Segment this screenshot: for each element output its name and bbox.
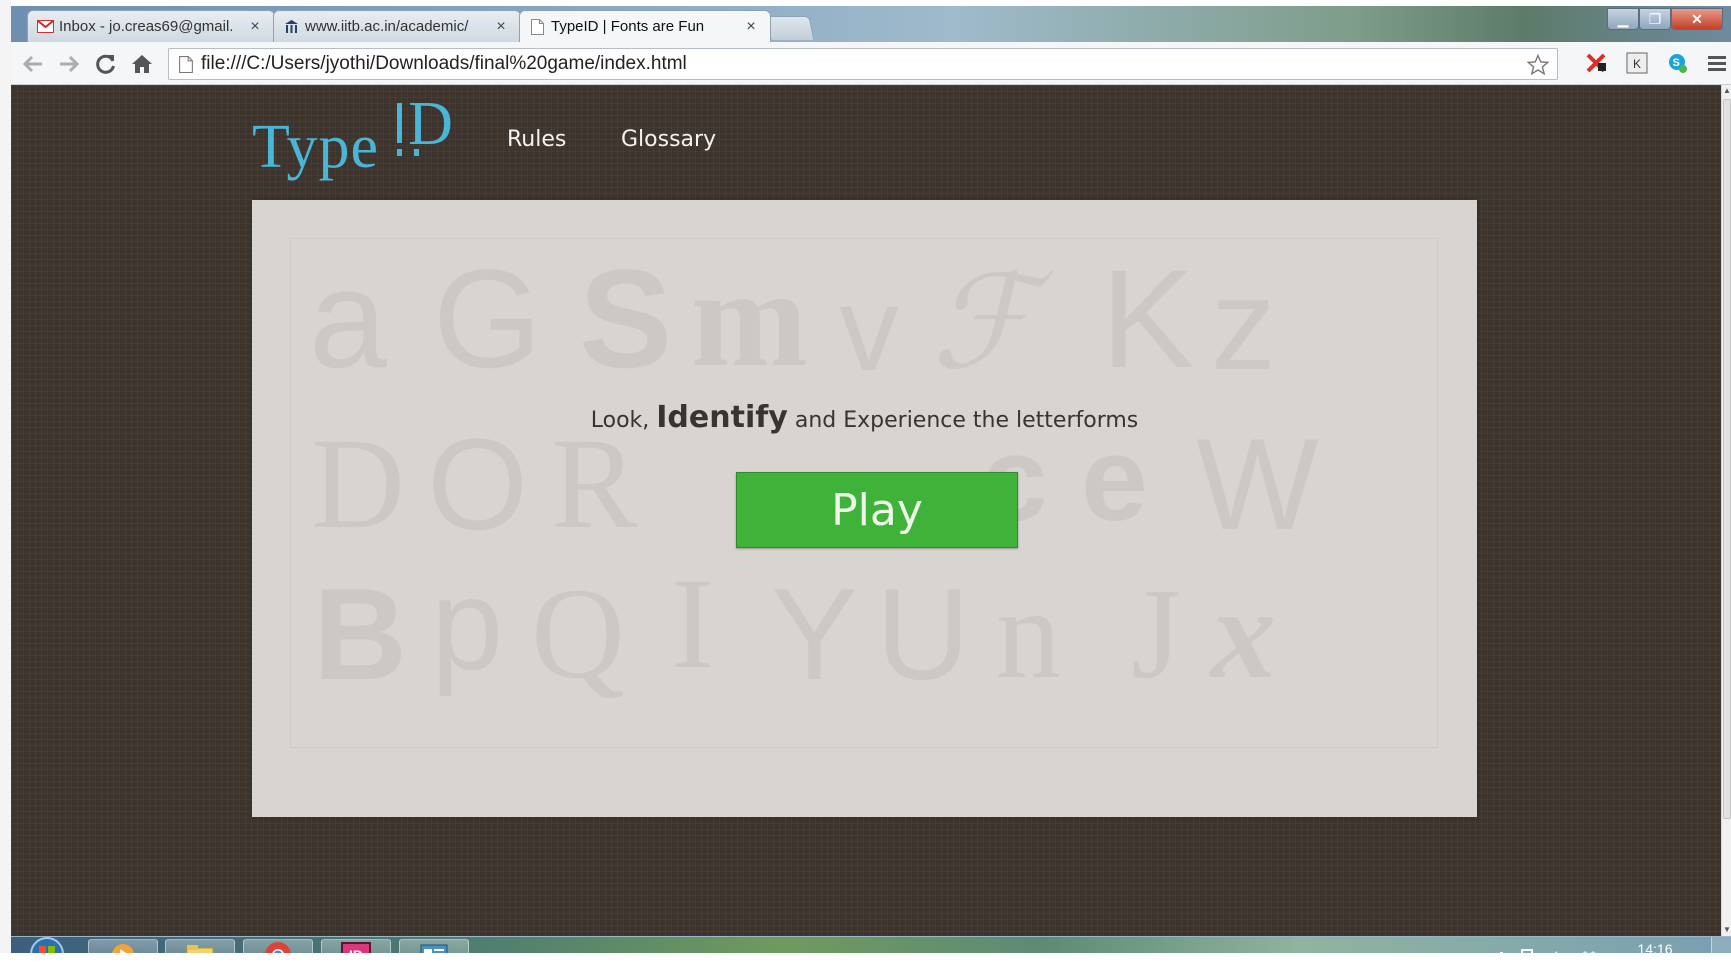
background-letter: B bbox=[313, 561, 407, 707]
background-letter: U bbox=[876, 561, 970, 707]
k-extension-icon[interactable]: K bbox=[1625, 51, 1649, 75]
background-letter: Y bbox=[771, 561, 858, 707]
reload-icon bbox=[96, 54, 115, 74]
iitb-icon bbox=[282, 18, 300, 36]
background-letter: ℱ bbox=[931, 252, 1034, 396]
new-tab-button[interactable] bbox=[765, 16, 815, 40]
background-letter: I bbox=[671, 552, 715, 696]
tab-close-icon[interactable]: × bbox=[492, 18, 510, 36]
background-letter: O bbox=[427, 411, 529, 557]
url-text[interactable]: file:///C:/Users/jyothi/Downloads/final%… bbox=[201, 53, 687, 75]
tab-gmail-inbox[interactable]: Inbox - jo.creas69@gmail. × bbox=[27, 10, 275, 42]
page-icon bbox=[528, 18, 546, 36]
scroll-down-arrow-icon[interactable]: ▼ bbox=[1722, 924, 1731, 936]
scrollbar-thumb[interactable] bbox=[1723, 99, 1731, 819]
logo-letter-d: D bbox=[408, 90, 453, 158]
background-letter: W bbox=[1196, 411, 1319, 557]
page-icon bbox=[179, 55, 193, 73]
background-letter: Q bbox=[531, 562, 625, 706]
tab-label: Inbox - jo.creas69@gmail. bbox=[59, 18, 234, 35]
background-letter: x bbox=[1211, 562, 1276, 706]
back-button[interactable] bbox=[19, 50, 47, 78]
game-intro-panel: aGSmvℱKzDORceWBpQIYUnJx Look, Identify a… bbox=[252, 200, 1477, 817]
play-button[interactable]: Play bbox=[736, 472, 1018, 548]
background-letter: a bbox=[309, 240, 387, 397]
tagline: Look, Identify and Experience the letter… bbox=[252, 400, 1477, 435]
page-viewport: Type D Rules Glossary aGSmvℱKzDORceWBpQI… bbox=[11, 85, 1721, 936]
background-letter: J bbox=[1131, 562, 1182, 706]
tagline-experience: Experience the letterforms bbox=[843, 408, 1139, 433]
background-letter: n bbox=[996, 562, 1061, 706]
tagline-look: Look, bbox=[590, 408, 650, 433]
logo-dot bbox=[397, 149, 403, 156]
svg-text:K: K bbox=[1633, 57, 1641, 71]
svg-text:S: S bbox=[1673, 57, 1680, 69]
logo-mark-id: D bbox=[397, 90, 455, 167]
screen-bottom-margin bbox=[0, 953, 1731, 970]
window-minimize-button[interactable]: ▁ bbox=[1607, 8, 1639, 30]
tab-iitb-academic[interactable]: www.iitb.ac.in/academic/ × bbox=[273, 10, 521, 42]
background-letter: v bbox=[839, 262, 899, 396]
background-letter: e bbox=[1081, 412, 1148, 546]
logo-i-stem bbox=[397, 103, 403, 143]
tab-typeid[interactable]: TypeID | Fonts are Fun × bbox=[519, 10, 771, 42]
background-letter: G bbox=[433, 240, 542, 397]
window-close-button[interactable]: ✕ bbox=[1671, 8, 1723, 30]
address-bar[interactable]: file:///C:/Users/jyothi/Downloads/final%… bbox=[168, 48, 1558, 80]
home-icon bbox=[132, 55, 152, 73]
background-letter: R bbox=[551, 412, 638, 556]
background-letter: S bbox=[579, 240, 673, 397]
background-letter: K bbox=[1101, 240, 1195, 397]
scroll-up-arrow-icon[interactable]: ▲ bbox=[1722, 85, 1731, 97]
background-letter: m bbox=[691, 241, 808, 396]
forward-button[interactable] bbox=[55, 50, 83, 78]
tagline-and: and bbox=[794, 408, 837, 433]
nav-link-glossary[interactable]: Glossary bbox=[621, 127, 716, 152]
browser-titlebar: Inbox - jo.creas69@gmail. × www.iitb.ac.… bbox=[11, 6, 1731, 42]
reload-button[interactable] bbox=[92, 50, 120, 78]
tagline-identify: Identify bbox=[656, 400, 788, 435]
pdf-extension-icon[interactable] bbox=[1585, 51, 1609, 75]
background-letter: p bbox=[431, 551, 504, 697]
menu-icon[interactable] bbox=[1705, 51, 1729, 75]
background-letter: D bbox=[311, 412, 405, 556]
browser-toolbar: file:///C:/Users/jyothi/Downloads/final%… bbox=[11, 42, 1731, 85]
tab-label: www.iitb.ac.in/academic/ bbox=[305, 18, 469, 35]
window-maximize-button[interactable]: ❐ bbox=[1639, 8, 1671, 30]
screen-left-margin bbox=[0, 0, 11, 970]
logo-text-type: Type bbox=[252, 113, 380, 181]
browser-window: Inbox - jo.creas69@gmail. × www.iitb.ac.… bbox=[11, 6, 1731, 936]
gmail-icon bbox=[36, 18, 54, 36]
forward-arrow-icon bbox=[60, 55, 80, 73]
typeid-logo[interactable]: Type D bbox=[252, 90, 455, 181]
home-button[interactable] bbox=[128, 50, 156, 78]
bookmark-star-icon[interactable] bbox=[1527, 54, 1549, 76]
skype-extension-icon[interactable]: S bbox=[1665, 51, 1689, 75]
tab-close-icon[interactable]: × bbox=[742, 18, 760, 36]
nav-link-rules[interactable]: Rules bbox=[507, 127, 566, 152]
back-arrow-icon bbox=[22, 55, 42, 73]
tab-label: TypeID | Fonts are Fun bbox=[551, 18, 705, 35]
page-scrollbar[interactable]: ▲ ▼ bbox=[1721, 85, 1731, 936]
tab-close-icon[interactable]: × bbox=[246, 18, 264, 36]
background-letter: z bbox=[1211, 251, 1276, 397]
desktop-screen: Inbox - jo.creas69@gmail. × www.iitb.ac.… bbox=[0, 0, 1731, 970]
